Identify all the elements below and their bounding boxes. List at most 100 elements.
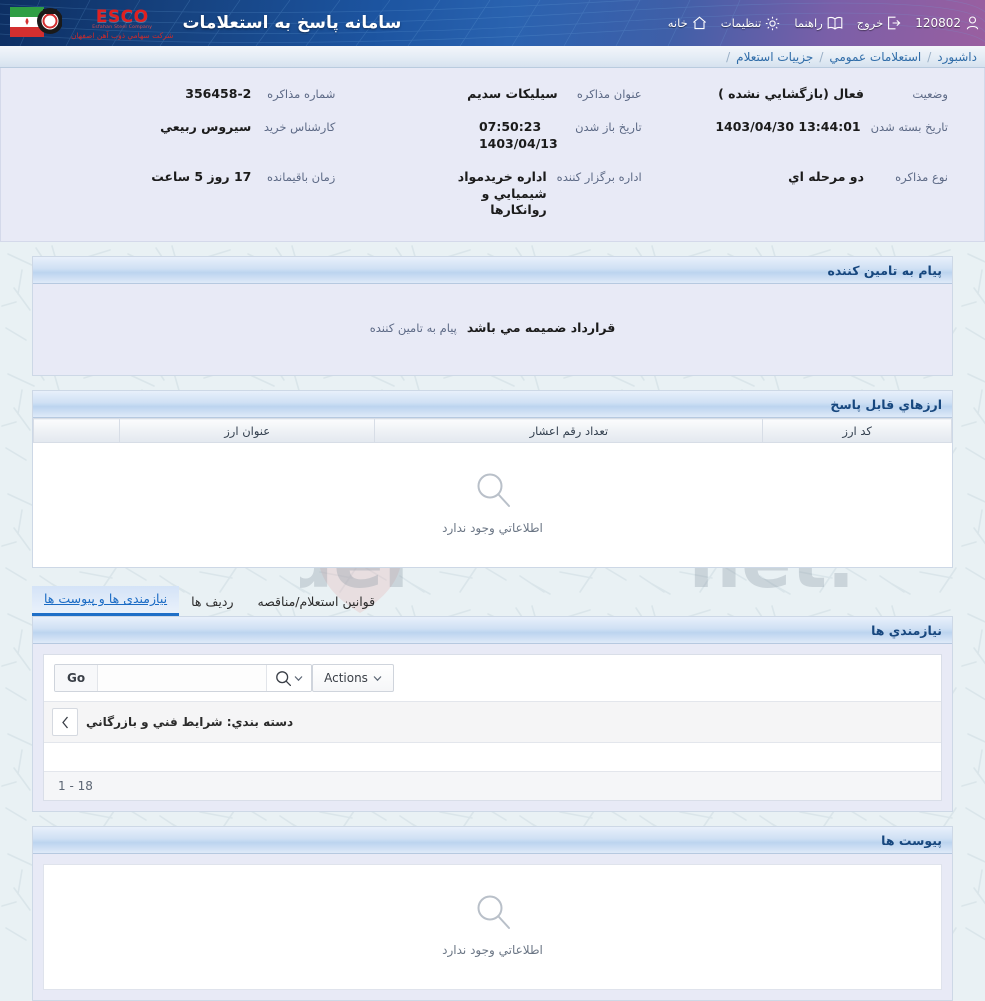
- esco-wordmark: ESCO: [95, 7, 149, 27]
- currencies-col-actions: [33, 418, 120, 444]
- attachments-title: پیوست ها: [881, 832, 942, 848]
- magnifier-icon: [477, 473, 510, 508]
- info-field-organizer: اداره برگزار کننده اداره خریدمواد شیمیای…: [339, 161, 645, 228]
- attachments-empty-state: اطلاعاتي وجود ندارد: [43, 864, 942, 991]
- breadcrumb-item-inquiry-details[interactable]: جزییات استعلام: [736, 50, 813, 64]
- page-content: وضعیت فعال (بازگشایي نشده ) عنوان مذاکره…: [0, 68, 985, 1001]
- requirements-group-label: دسته بندي: شرایط فني و بازرگاني: [86, 715, 294, 730]
- home-icon: [692, 16, 706, 30]
- info-field-number: شماره مذاکره 356458-2: [33, 78, 339, 111]
- supplier-message-header: پیام به تامین کننده: [33, 257, 952, 285]
- esco-logo: ESCO Esfahan Steel Company شرکت سهامي ذو…: [71, 7, 173, 39]
- nav-item-settings[interactable]: تنظیمات: [721, 16, 781, 31]
- tab-line-items-label: ردیف ها: [191, 594, 234, 610]
- breadcrumb-bar: داشبورد / استعلامات عمومي / جزییات استعل…: [0, 46, 985, 68]
- go-button[interactable]: Go: [55, 665, 99, 692]
- user-id-label: 120802: [915, 16, 961, 30]
- attachments-empty-text: اطلاعاتي وجود ندارد: [442, 943, 543, 958]
- info-value-remaining-time: 17 روز 5 ساعت: [151, 168, 252, 184]
- breadcrumb-separator: /: [726, 49, 731, 64]
- currencies-table: کد ارز تعداد رقم اعشار عنوان ارز: [33, 418, 952, 444]
- supplier-message-label: پیام به تامین کننده: [369, 320, 457, 335]
- info-value-buyer: سیروس ربیعي: [160, 118, 252, 134]
- info-label-organizer: اداره برگزار کننده: [556, 169, 642, 184]
- nav-item-home[interactable]: خانه: [668, 16, 707, 30]
- nav-item-help[interactable]: راهنما: [794, 16, 843, 30]
- header-nav: 120802 خروج راهنما تنظیمات خانه: [668, 16, 979, 31]
- nav-item-logout[interactable]: خروج: [857, 16, 901, 30]
- tab-inquiry-rules[interactable]: قوانین استعلام/مناقصه: [246, 589, 388, 616]
- currencies-col-decimals[interactable]: تعداد رقم اعشار: [374, 418, 764, 444]
- info-field-remaining-time: زمان باقیمانده 17 روز 5 ساعت: [33, 161, 339, 228]
- requirements-body: Go Actions دسته بندي: شرایط فني و بازرگا…: [33, 644, 952, 812]
- supplier-message-row: قرارداد ضمیمه مي باشد پیام به تامین کنند…: [43, 298, 942, 361]
- brand-area: سامانه پاسخ به استعلامات ESCO Esfahan St…: [10, 3, 407, 43]
- tab-requirements-attachments[interactable]: نیازمندی ها و پیوست ها: [32, 586, 180, 617]
- info-row: نوع مذاکره دو مرحله اي اداره برگزار کنند…: [33, 161, 952, 228]
- tab-requirements-attachments-label: نیازمندی ها و پیوست ها: [44, 591, 168, 607]
- currencies-empty-state: اطلاعاتي وجود ندارد: [33, 443, 952, 568]
- tab-line-items[interactable]: ردیف ها: [179, 589, 245, 616]
- inquiry-info-panel: وضعیت فعال (بازگشایي نشده ) عنوان مذاکره…: [0, 68, 985, 243]
- breadcrumb-item-public-inquiries[interactable]: استعلامات عمومي: [829, 50, 921, 64]
- info-value-status: فعال (بازگشایي نشده ): [718, 86, 864, 101]
- info-label-title: عنوان مذاکره: [576, 87, 642, 101]
- info-label-remaining-time: زمان باقیمانده: [266, 169, 336, 184]
- info-field-negotiation-type: نوع مذاکره دو مرحله اي: [646, 161, 952, 228]
- requirements-title: نیازمندي ها: [871, 622, 942, 638]
- app-title: سامانه پاسخ به استعلامات: [182, 13, 402, 33]
- currencies-col-code[interactable]: کد ارز: [762, 418, 952, 444]
- requirements-toolbar: Go Actions: [44, 655, 941, 701]
- user-icon: [966, 16, 979, 30]
- currencies-section: ارزهاي قابل پاسخ کد ارز تعداد رقم اعشار …: [32, 390, 953, 569]
- nav-item-home-label: خانه: [667, 16, 688, 30]
- actions-button-label: Actions: [324, 671, 368, 686]
- search-input[interactable]: [98, 665, 267, 692]
- info-value-organizer: اداره خریدمواد شیمیایي و روانکارها: [457, 168, 547, 218]
- attachments-header: پیوست ها: [33, 827, 952, 855]
- supplier-message-value: قرارداد ضمیمه مي باشد: [466, 320, 616, 336]
- requirements-pager[interactable]: 1 - 18: [44, 771, 941, 801]
- supplier-message-body: قرارداد ضمیمه مي باشد پیام به تامین کنند…: [33, 284, 952, 376]
- attachments-section: پیوست ها اطلاعاتي وجود ندارد: [32, 826, 953, 1001]
- currencies-empty-text: اطلاعاتي وجود ندارد: [442, 521, 543, 536]
- tab-inquiry-rules-label: قوانین استعلام/مناقصه: [257, 594, 376, 610]
- info-row: وضعیت فعال (بازگشایي نشده ) عنوان مذاکره…: [33, 78, 952, 111]
- info-field-open-date: تاریخ باز شدن 07:50:23 1403/04/13: [339, 111, 645, 161]
- supplier-message-title: پیام به تامین کننده: [827, 262, 942, 278]
- user-id-chip[interactable]: 120802: [915, 16, 979, 30]
- search-control: Go: [54, 664, 313, 693]
- currencies-title: ارزهاي قابل پاسخ: [830, 396, 942, 412]
- breadcrumb-separator: /: [927, 49, 932, 64]
- requirements-report: Go Actions دسته بندي: شرایط فني و بازرگا…: [43, 654, 942, 802]
- nav-item-logout-label: خروج: [856, 16, 884, 30]
- info-field-title: عنوان مذاکره سیلیکات سدیم: [339, 78, 645, 111]
- info-value-close-date: 1403/04/30 13:44:01: [715, 118, 861, 134]
- search-column-dropdown[interactable]: [266, 665, 312, 692]
- detail-tabs: نیازمندی ها و پیوست ها ردیف ها قوانین اس…: [32, 584, 953, 617]
- actions-button[interactable]: Actions: [312, 664, 394, 693]
- logout-icon: [888, 16, 901, 30]
- group-collapse-button[interactable]: [52, 708, 78, 737]
- info-value-open-date: 07:50:23 1403/04/13: [478, 118, 558, 151]
- breadcrumb-item-dashboard[interactable]: داشبورد: [937, 50, 977, 64]
- breadcrumb-separator: /: [819, 49, 824, 64]
- info-label-status: وضعیت: [912, 87, 948, 101]
- nav-item-help-label: راهنما: [794, 16, 823, 30]
- chevron-left-icon: [61, 716, 68, 729]
- currencies-body: کد ارز تعداد رقم اعشار عنوان ارز اطلاعات…: [33, 418, 952, 568]
- magnifier-icon: [276, 670, 292, 686]
- chevron-down-icon: [294, 675, 303, 681]
- attachments-body: اطلاعاتي وجود ندارد: [33, 854, 952, 1001]
- requirements-section: نیازمندي ها Go Actions دسته بندي: شرایط …: [32, 616, 953, 813]
- nav-item-settings-label: تنظیمات: [720, 16, 762, 30]
- currencies-table-header-row: کد ارز تعداد رقم اعشار عنوان ارز: [33, 418, 952, 444]
- chevron-down-icon: [373, 675, 382, 681]
- esco-subtitle-fa: شرکت سهامي ذوب آهن اصفهان: [71, 30, 174, 40]
- book-icon: [827, 16, 843, 30]
- requirements-rows-container: [44, 743, 941, 772]
- app-header: 120802 خروج راهنما تنظیمات خانه سامانه پ…: [0, 0, 985, 46]
- currencies-col-title[interactable]: عنوان ارز: [118, 418, 376, 444]
- breadcrumb: داشبورد / استعلامات عمومي / جزییات استعل…: [720, 50, 977, 64]
- info-label-negotiation-type: نوع مذاکره: [895, 169, 948, 184]
